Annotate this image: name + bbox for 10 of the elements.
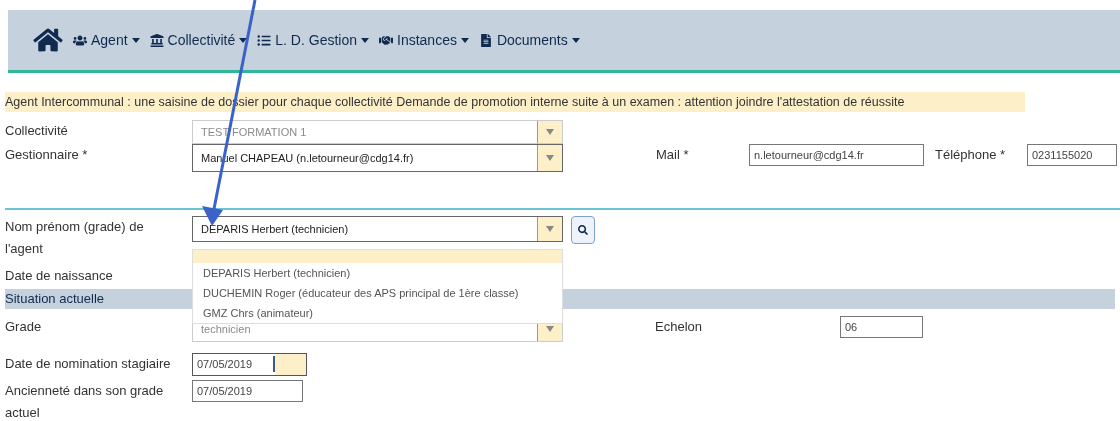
field-label: Ancienneté dans son grade actuel [5, 382, 165, 421]
field-label: Echelon [655, 318, 703, 336]
field-label: Collectivité [5, 122, 69, 140]
field-label: Date de nomination stagiaire [5, 355, 172, 374]
field-label: Nom prénom (grade) de l'agent [5, 218, 145, 258]
field-label: Grade [5, 318, 43, 336]
field-label: Mail * [656, 146, 690, 164]
field-label: Gestionnaire * [5, 146, 89, 164]
field-label: Date de naissance [5, 267, 114, 285]
field-label: Téléphone * [935, 146, 1007, 164]
